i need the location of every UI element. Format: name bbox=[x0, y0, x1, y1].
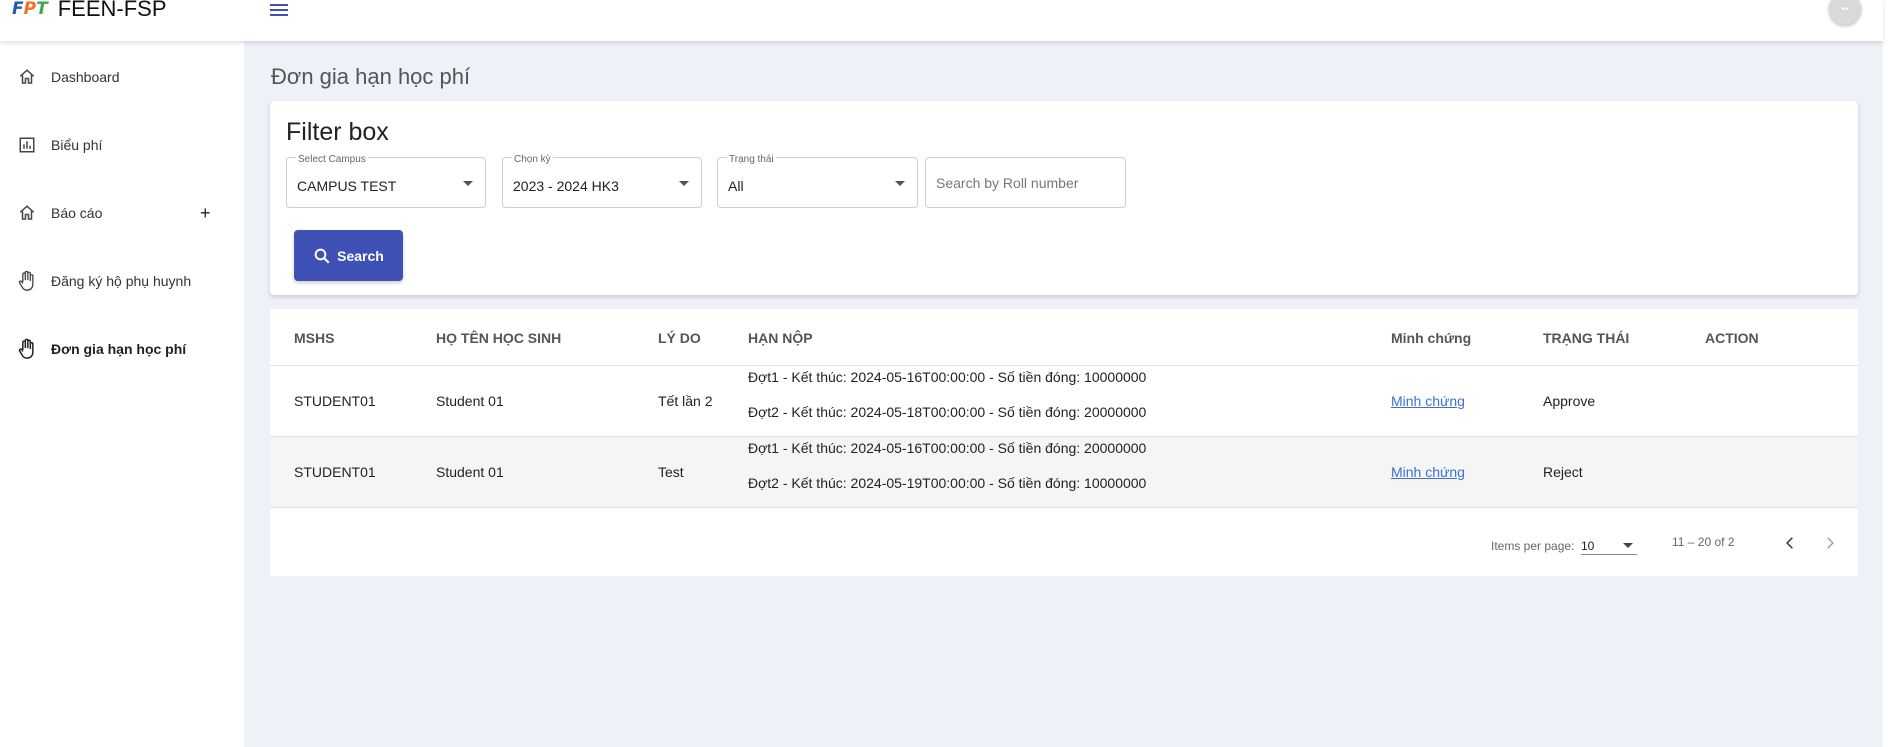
cell-mshs: STUDENT01 bbox=[294, 393, 376, 409]
hand-icon bbox=[16, 338, 38, 360]
next-page-button[interactable] bbox=[1818, 531, 1842, 555]
paginator: Items per page: 10 11 – 20 of 2 bbox=[270, 509, 1858, 576]
sidebar-item-label: Đơn gia hạn học phí bbox=[51, 341, 187, 357]
term-select-value: 2023 - 2024 HK3 bbox=[513, 178, 619, 194]
app-logo[interactable]: FPT FEEN-FSP bbox=[12, 0, 167, 21]
status-select-label: Trạng thái bbox=[727, 154, 776, 165]
home-icon bbox=[16, 202, 38, 224]
items-per-page-label: Items per page: bbox=[1491, 539, 1575, 553]
roll-number-search-field[interactable] bbox=[925, 157, 1126, 208]
term-select[interactable]: Chọn kỳ 2023 - 2024 HK3 bbox=[502, 154, 702, 208]
cell-reason: Tết lần 2 bbox=[658, 393, 713, 409]
home-icon bbox=[16, 66, 38, 88]
search-button[interactable]: Search bbox=[294, 230, 403, 281]
sidebar: Dashboard Biểu phí Báo cáo + Đăng ký hộ … bbox=[0, 41, 244, 747]
bar-chart-icon bbox=[16, 134, 38, 156]
scrollbar[interactable] bbox=[1883, 0, 1897, 747]
cell-deadline-2: Đợt2 - Kết thúc: 2024-05-19T00:00:00 - S… bbox=[748, 475, 1147, 491]
fpt-logo: FPT bbox=[12, 0, 48, 19]
page-title: Đơn gia hạn học phí bbox=[271, 64, 471, 89]
chevron-down-icon bbox=[1623, 543, 1633, 548]
cell-reason: Test bbox=[658, 464, 684, 480]
sidebar-item-label: Đăng ký hộ phụ huynh bbox=[51, 273, 192, 289]
column-header[interactable]: Minh chứng bbox=[1391, 330, 1471, 346]
search-icon bbox=[314, 248, 330, 263]
sidebar-item-dashboard[interactable]: Dashboard bbox=[0, 57, 244, 97]
sidebar-item-label: Dashboard bbox=[51, 69, 120, 85]
chevron-left-icon bbox=[1786, 537, 1793, 549]
sidebar-item-label: Biểu phí bbox=[51, 137, 103, 153]
cell-deadline-2: Đợt2 - Kết thúc: 2024-05-18T00:00:00 - S… bbox=[748, 404, 1147, 420]
table-row: STUDENT01 Student 01 Tết lần 2 Đợt1 - Kế… bbox=[270, 366, 1858, 437]
filter-title: Filter box bbox=[286, 118, 389, 146]
column-header[interactable]: TRẠNG THÁI bbox=[1543, 330, 1629, 346]
avatar[interactable]: •• bbox=[1829, 0, 1861, 25]
campus-select-value: CAMPUS TEST bbox=[297, 178, 397, 194]
cell-name: Student 01 bbox=[436, 393, 504, 409]
chevron-down-icon bbox=[895, 181, 905, 186]
column-header[interactable]: ACTION bbox=[1705, 330, 1759, 346]
previous-page-button[interactable] bbox=[1778, 531, 1802, 555]
page-size-select[interactable]: 10 bbox=[1581, 535, 1637, 555]
page-range-label: 11 – 20 of 2 bbox=[1672, 535, 1735, 549]
table-header: MSHS HỌ TÊN HỌC SINH LÝ DO HẠN NỘP Minh … bbox=[270, 309, 1858, 366]
top-bar: FPT FEEN-FSP •• bbox=[0, 0, 1883, 41]
evidence-link[interactable]: Minh chứng bbox=[1391, 464, 1465, 480]
app-title: FEEN-FSP bbox=[57, 0, 167, 21]
cell-deadline-1: Đợt1 - Kết thúc: 2024-05-16T00:00:00 - S… bbox=[748, 369, 1147, 385]
status-select[interactable]: Trạng thái All bbox=[717, 154, 918, 208]
roll-number-search-input[interactable] bbox=[926, 158, 1125, 207]
requests-table: MSHS HỌ TÊN HỌC SINH LÝ DO HẠN NỘP Minh … bbox=[270, 309, 1858, 576]
hamburger-menu-icon[interactable] bbox=[267, 0, 291, 21]
filter-box: Filter box Select Campus CAMPUS TEST Chọ… bbox=[270, 101, 1858, 295]
cell-mshs: STUDENT01 bbox=[294, 464, 376, 480]
column-header[interactable]: LÝ DO bbox=[658, 330, 701, 346]
sidebar-item-don-gia-han-hoc-phi[interactable]: Đơn gia hạn học phí bbox=[0, 329, 244, 369]
campus-select-label: Select Campus bbox=[296, 154, 368, 165]
chevron-down-icon bbox=[463, 181, 473, 186]
sidebar-item-bao-cao[interactable]: Báo cáo + bbox=[0, 193, 244, 233]
term-select-label: Chọn kỳ bbox=[512, 154, 553, 165]
search-button-label: Search bbox=[337, 247, 384, 264]
sidebar-item-label: Báo cáo bbox=[51, 205, 103, 221]
cell-status: Approve bbox=[1543, 393, 1596, 409]
table-row: STUDENT01 Student 01 Test Đợt1 - Kết thú… bbox=[270, 437, 1858, 508]
cell-deadline-1: Đợt1 - Kết thúc: 2024-05-16T00:00:00 - S… bbox=[748, 440, 1147, 456]
sidebar-item-bieu-phi[interactable]: Biểu phí bbox=[0, 125, 244, 165]
cell-status: Reject bbox=[1543, 464, 1583, 480]
column-header[interactable]: HẠN NỘP bbox=[748, 330, 813, 346]
expand-plus-icon[interactable]: + bbox=[200, 203, 211, 224]
sidebar-item-dang-ky-ho-phu-huynh[interactable]: Đăng ký hộ phụ huynh bbox=[0, 261, 244, 301]
campus-select[interactable]: Select Campus CAMPUS TEST bbox=[286, 154, 486, 208]
chevron-right-icon bbox=[1827, 537, 1834, 549]
status-select-value: All bbox=[728, 178, 744, 194]
cell-name: Student 01 bbox=[436, 464, 504, 480]
column-header[interactable]: HỌ TÊN HỌC SINH bbox=[436, 330, 561, 346]
hand-icon bbox=[16, 270, 38, 292]
evidence-link[interactable]: Minh chứng bbox=[1391, 393, 1465, 409]
chevron-down-icon bbox=[679, 181, 689, 186]
column-header[interactable]: MSHS bbox=[294, 330, 334, 346]
page-size-value: 10 bbox=[1581, 539, 1595, 553]
